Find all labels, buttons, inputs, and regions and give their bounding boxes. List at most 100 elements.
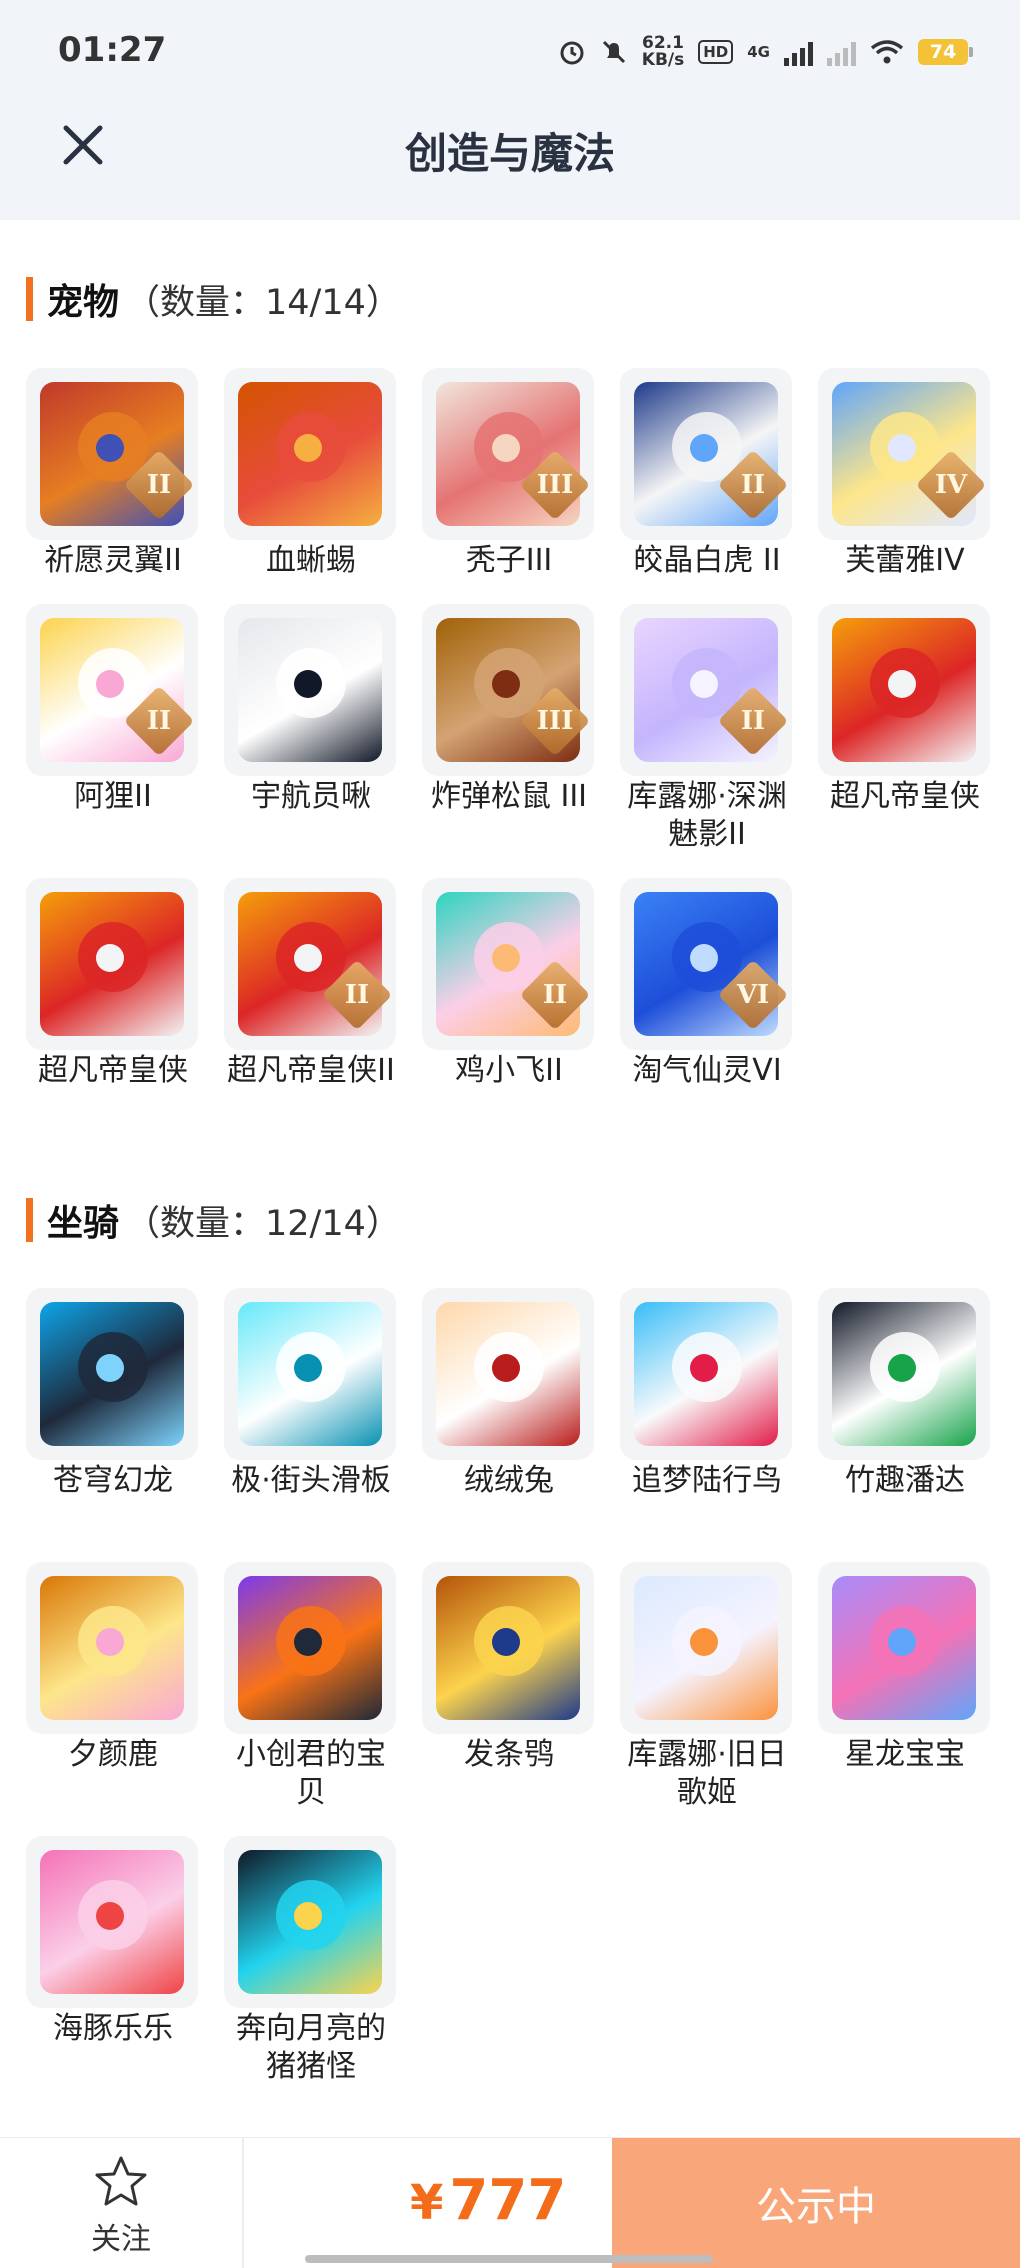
tier-label: II [146, 470, 172, 500]
artwork-detail [96, 1354, 124, 1382]
net-speed: 62.1 KB/s [642, 35, 684, 69]
item-card[interactable]: 星龙宝宝 [818, 1562, 992, 1774]
item-name: 库露娜·深渊魅影II [627, 779, 787, 852]
item-thumbnail [224, 368, 396, 540]
item-card[interactable]: II 阿狸II [26, 604, 200, 816]
item-thumbnail [224, 1836, 396, 2008]
item-card[interactable]: 竹趣潘达 [818, 1288, 992, 1500]
item-name: 绒绒兔 [464, 1463, 554, 1498]
artwork-detail [888, 1628, 916, 1656]
item-artwork [436, 1576, 580, 1720]
item-card[interactable]: 库露娜·旧日歌姬 [620, 1562, 794, 1812]
item-thumbnail [620, 1562, 792, 1734]
item-thumbnail: II [26, 368, 198, 540]
item-artwork [238, 618, 382, 762]
item-thumbnail: II [620, 604, 792, 776]
section-count: （数量：12/14） [125, 1203, 401, 1244]
item-card[interactable]: II 皎晶白虎 II [620, 368, 794, 580]
tier-label: II [542, 980, 568, 1010]
item-card[interactable]: 超凡帝皇侠 [818, 604, 992, 816]
item-card[interactable]: 海豚乐乐 [26, 1836, 200, 2048]
item-card[interactable]: 发条鸮 [422, 1562, 596, 1774]
artwork-detail [888, 1354, 916, 1382]
item-name: 极·街头滑板 [231, 1463, 391, 1498]
item-card[interactable]: 绒绒兔 [422, 1288, 596, 1500]
item-card[interactable]: 极·街头滑板 [224, 1288, 398, 1500]
item-name: 鸡小飞II [455, 1053, 563, 1088]
item-name: 夕颜鹿 [68, 1737, 158, 1772]
item-name: 星龙宝宝 [845, 1737, 965, 1772]
artwork-detail [492, 1628, 520, 1656]
artwork-detail [492, 1354, 520, 1382]
home-indicator[interactable] [305, 2255, 713, 2263]
item-card[interactable]: II 鸡小飞II [422, 878, 596, 1090]
item-name: 芙蕾雅IV [845, 543, 965, 578]
follow-label: 关注 [91, 2222, 151, 2257]
network-type: 4G [747, 43, 770, 61]
tier-label: VI [736, 980, 770, 1010]
item-name: 祈愿灵翼II [44, 543, 182, 578]
item-card[interactable]: 宇航员啾 [224, 604, 398, 816]
item-thumbnail [224, 1288, 396, 1460]
item-card[interactable]: 奔向月亮的猪猪怪 [224, 1836, 398, 2086]
item-thumbnail [818, 1562, 990, 1734]
artwork-detail [96, 1628, 124, 1656]
status-time: 01:27 [58, 30, 167, 70]
item-card[interactable]: VI 淘气仙灵VI [620, 878, 794, 1090]
item-thumbnail [26, 878, 198, 1050]
alarm-icon [560, 41, 584, 65]
item-card[interactable]: II 祈愿灵翼II [26, 368, 200, 580]
item-artwork [238, 1850, 382, 1994]
item-thumbnail [26, 1562, 198, 1734]
item-card[interactable]: II 超凡帝皇侠II [224, 878, 398, 1090]
item-card[interactable]: 夕颜鹿 [26, 1562, 200, 1774]
section-title: 宠物 [47, 282, 120, 323]
tier-label: II [740, 470, 766, 500]
item-thumbnail: II [224, 878, 396, 1050]
net-speed-unit: KB/s [641, 50, 685, 70]
item-name: 库露娜·旧日歌姬 [627, 1737, 787, 1810]
item-thumbnail [224, 604, 396, 776]
page-title: 创造与魔法 [404, 129, 615, 178]
artwork-detail [294, 1628, 322, 1656]
artwork-detail [690, 670, 718, 698]
item-card[interactable]: III 炸弹松鼠 III [422, 604, 596, 816]
item-card[interactable]: 追梦陆行鸟 [620, 1288, 794, 1500]
mute-bell-icon [602, 40, 625, 64]
item-card[interactable]: 超凡帝皇侠 [26, 878, 200, 1090]
tier-label: IV [934, 470, 968, 500]
publicity-status-button[interactable]: 公示中 [612, 2138, 1020, 2268]
item-card[interactable]: 苍穹幻龙 [26, 1288, 200, 1500]
item-name: 海豚乐乐 [53, 2011, 173, 2046]
artwork-detail [492, 670, 520, 698]
battery-icon: 74 [918, 39, 973, 65]
follow-button[interactable]: 关注 [0, 2138, 244, 2268]
artwork-detail [294, 1354, 322, 1382]
artwork-detail [690, 944, 718, 972]
top-header-area: 01:27 62.1 KB/s HD 4G 74 创造与魔法 [0, 0, 1020, 220]
item-card[interactable]: IV 芙蕾雅IV [818, 368, 992, 580]
item-thumbnail: II [620, 368, 792, 540]
item-card[interactable]: II 库露娜·深渊魅影II [620, 604, 794, 854]
item-name: 宇航员啾 [251, 779, 371, 814]
status-icons: 62.1 KB/s HD 4G 74 [558, 32, 973, 72]
item-thumbnail: II [422, 878, 594, 1050]
price-value: 777 [449, 2168, 567, 2233]
bottom-action-bar: 关注 ¥777 公示中 [0, 2137, 1020, 2268]
item-name: 小创君的宝贝 [236, 1737, 386, 1810]
artwork-detail [294, 670, 322, 698]
artwork-detail [492, 434, 520, 462]
artwork-detail [888, 434, 916, 462]
item-name: 苍穹幻龙 [53, 1463, 173, 1498]
artwork-detail [294, 1902, 322, 1930]
item-card[interactable]: III 秃子III [422, 368, 596, 580]
network-label: 4G [747, 43, 770, 61]
artwork-detail [690, 1354, 718, 1382]
item-thumbnail [224, 1562, 396, 1734]
item-card[interactable]: 血蜥蜴 [224, 368, 398, 580]
item-artwork [634, 1302, 778, 1446]
item-card[interactable]: 小创君的宝贝 [224, 1562, 398, 1812]
item-thumbnail: VI [620, 878, 792, 1050]
wifi-icon [870, 40, 904, 64]
tier-label: III [536, 470, 574, 500]
